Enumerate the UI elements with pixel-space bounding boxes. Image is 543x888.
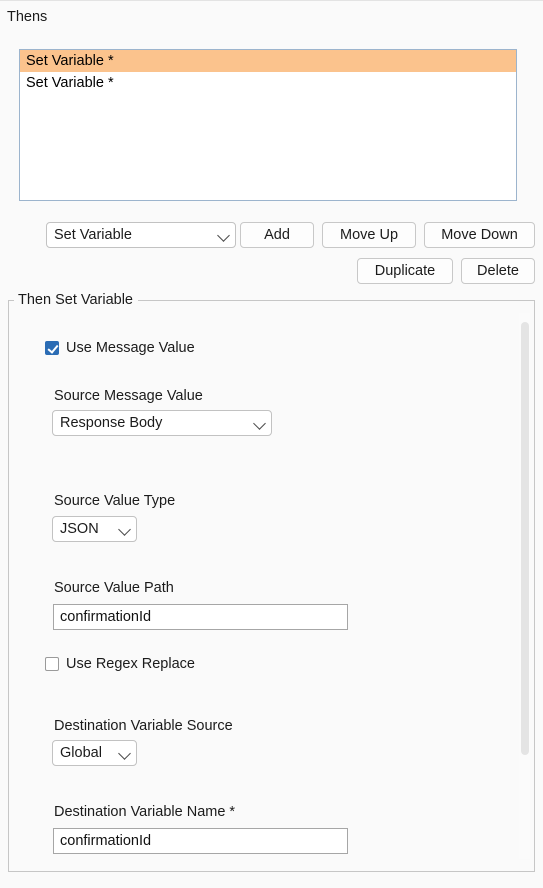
move-up-button[interactable]: Move Up — [322, 222, 416, 248]
top-divider — [0, 0, 543, 1]
use-regex-replace-label: Use Regex Replace — [66, 656, 195, 672]
use-regex-replace-checkbox[interactable]: Use Regex Replace — [45, 656, 195, 672]
move-down-button[interactable]: Move Down — [424, 222, 535, 248]
delete-button[interactable]: Delete — [461, 258, 535, 284]
then-set-variable-scrollpane: Use Message Value Source Message Value R… — [9, 310, 534, 862]
source-message-value-select-value: Response Body — [60, 415, 163, 431]
then-set-variable-group-title: Then Set Variable — [14, 292, 138, 308]
source-message-value-select[interactable]: Response Body — [52, 410, 272, 436]
source-value-path-input[interactable] — [53, 604, 348, 630]
chevron-down-icon — [116, 740, 136, 766]
use-message-value-checkbox[interactable]: Use Message Value — [45, 340, 195, 356]
chevron-down-icon — [116, 516, 136, 542]
destination-variable-source-label: Destination Variable Source — [54, 718, 233, 734]
source-value-type-label: Source Value Type — [54, 493, 176, 509]
destination-variable-source-select[interactable]: Global — [52, 740, 137, 766]
source-value-path-label: Source Value Path — [54, 580, 174, 596]
destination-variable-name-label: Destination Variable Name * — [54, 804, 236, 820]
source-message-value-label: Source Message Value — [54, 388, 203, 404]
then-type-select[interactable]: Set Variable — [46, 222, 236, 248]
thens-section-label: Thens — [7, 9, 48, 25]
add-button[interactable]: Add — [240, 222, 314, 248]
destination-variable-name-input[interactable] — [53, 828, 348, 854]
source-value-type-select-value: JSON — [60, 521, 99, 537]
chevron-down-icon — [251, 410, 271, 436]
use-message-value-label: Use Message Value — [66, 340, 195, 356]
then-type-select-value: Set Variable — [54, 227, 132, 243]
source-value-type-select[interactable]: JSON — [52, 516, 137, 542]
duplicate-button[interactable]: Duplicate — [357, 258, 453, 284]
destination-variable-source-select-value: Global — [60, 745, 102, 761]
chevron-down-icon — [215, 222, 235, 248]
vertical-scrollbar-thumb[interactable] — [521, 322, 529, 755]
list-item[interactable]: Set Variable * — [20, 72, 516, 94]
thens-listbox[interactable]: Set Variable * Set Variable * — [19, 49, 517, 201]
checkbox-unchecked-icon — [45, 657, 59, 671]
checkbox-checked-icon — [45, 341, 59, 355]
list-item[interactable]: Set Variable * — [20, 50, 516, 72]
